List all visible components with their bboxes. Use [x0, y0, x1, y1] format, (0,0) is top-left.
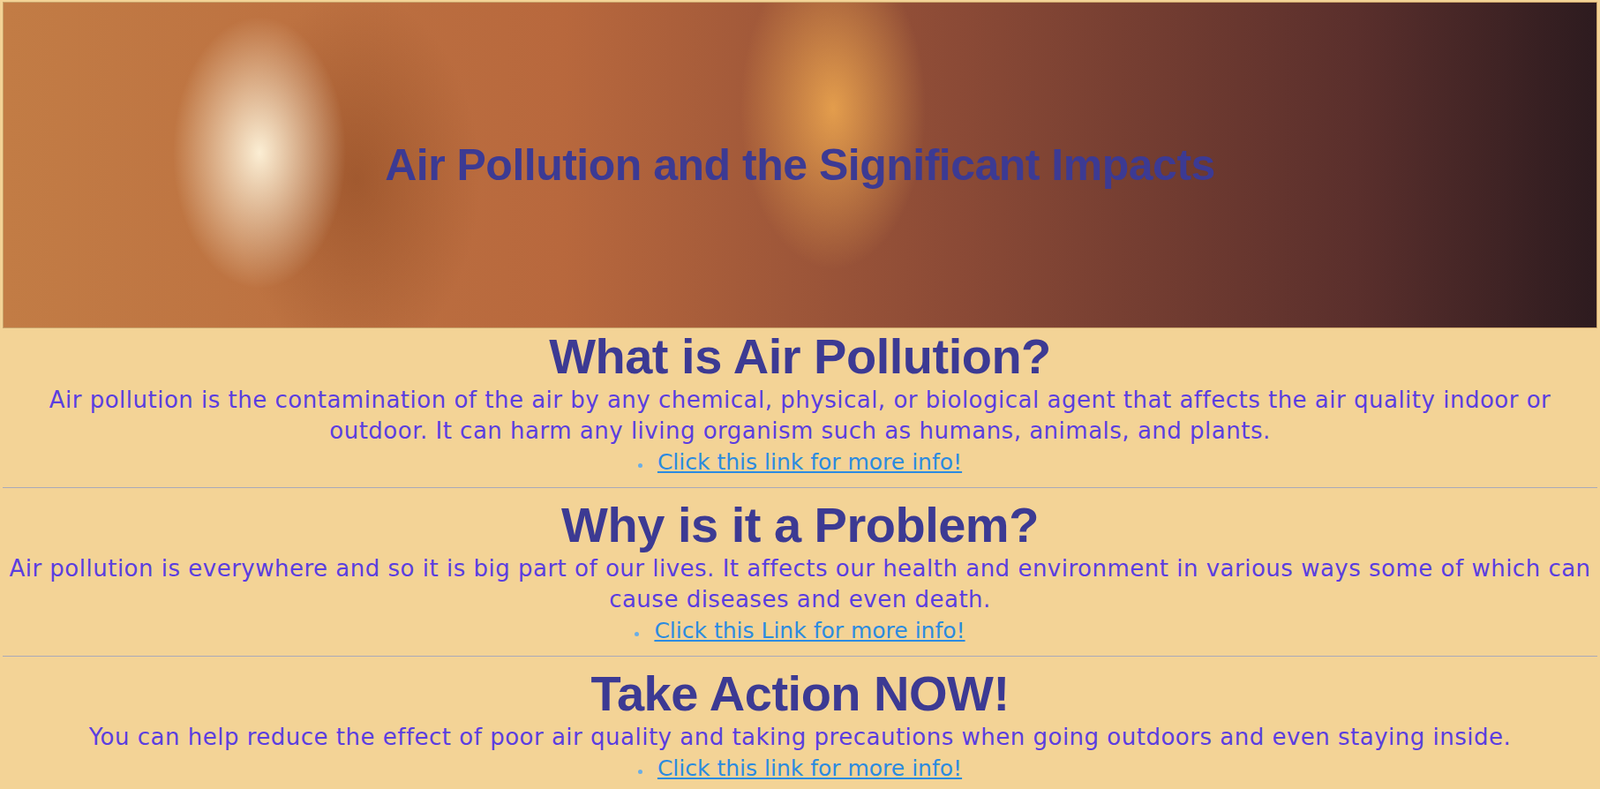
link-item: Click this link for more info! — [2, 752, 1598, 787]
section-title: Why is it a Problem? — [2, 496, 1598, 554]
section-title: What is Air Pollution? — [2, 328, 1598, 385]
link-item: Click this link for more info! — [2, 446, 1598, 481]
info-section: Take Action NOW! You can help reduce the… — [2, 665, 1598, 787]
section-text: Air pollution is everywhere and so it is… — [2, 553, 1598, 616]
link-list: Click this link for more info! — [2, 446, 1598, 481]
more-info-link[interactable]: Click this link for more info! — [657, 449, 962, 475]
info-section: Why is it a Problem? Air pollution is ev… — [2, 496, 1598, 649]
more-info-link[interactable]: Click this Link for more info! — [653, 617, 965, 644]
info-section: What is Air Pollution? Air pollution is … — [2, 328, 1598, 481]
section-text: Air pollution is the contamination of th… — [2, 384, 1598, 447]
more-info-link[interactable]: Click this link for more info! — [657, 755, 962, 782]
link-list: Click this link for more info! — [2, 752, 1598, 787]
section-text: You can help reduce the effect of poor a… — [2, 721, 1598, 753]
page: Air Pollution and the Significant Impact… — [0, 0, 1600, 789]
section-divider — [2, 655, 1598, 657]
link-item: Click this Link for more info! — [2, 615, 1598, 649]
header-banner: Air Pollution and the Significant Impact… — [2, 1, 1598, 329]
page-title: Air Pollution and the Significant Impact… — [384, 139, 1216, 191]
link-list: Click this Link for more info! — [2, 615, 1598, 649]
section-divider — [2, 487, 1598, 489]
section-title: Take Action NOW! — [2, 665, 1598, 722]
